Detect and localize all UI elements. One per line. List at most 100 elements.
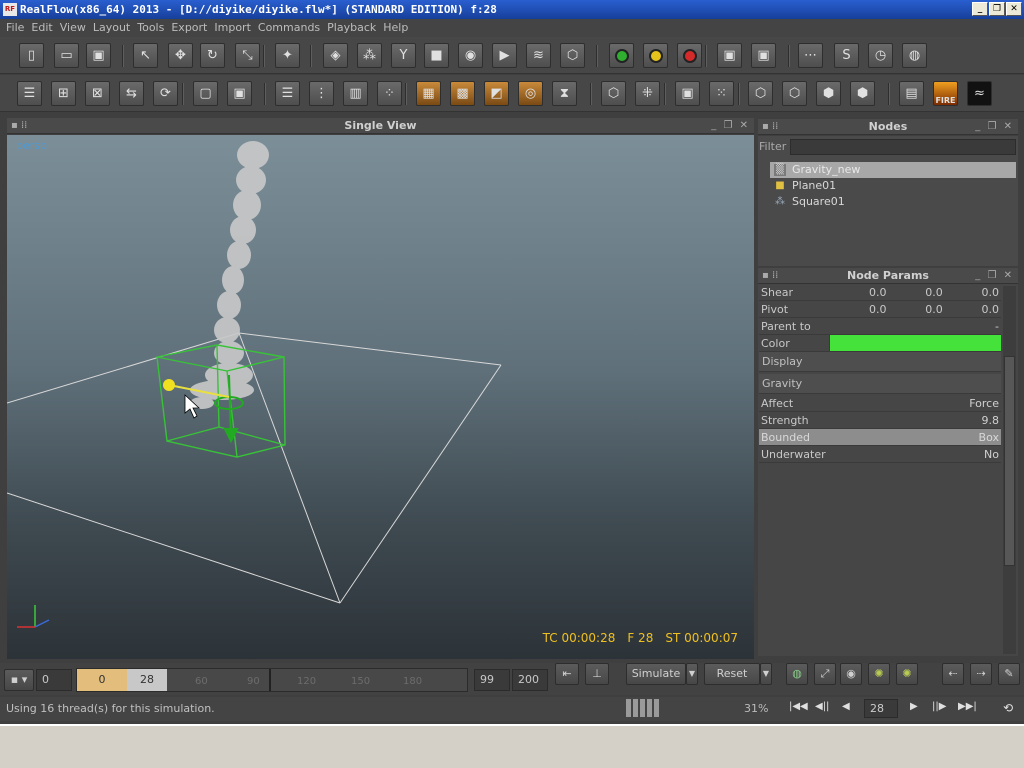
wire-dots-icon[interactable]: ⁜ xyxy=(635,81,660,106)
box-transparent-icon[interactable]: ▢ xyxy=(193,81,218,106)
prev-key-icon[interactable]: ◀|| xyxy=(815,701,829,712)
ocean-icon[interactable]: ≈ xyxy=(967,81,992,106)
emitter-icon[interactable]: ◈ xyxy=(323,43,348,68)
timeline-menu-button[interactable]: ▪ ▾ xyxy=(4,669,34,691)
section-display[interactable]: Display xyxy=(759,352,1001,372)
end-visible-field[interactable]: 99 xyxy=(474,669,510,691)
scrollbar-thumb[interactable] xyxy=(1004,356,1015,566)
simulate-dropdown-icon[interactable]: ▼ xyxy=(686,663,698,685)
script-timer-icon[interactable]: ◷ xyxy=(868,43,893,68)
script-curve-icon[interactable]: S xyxy=(834,43,859,68)
save-icon[interactable]: ▣ xyxy=(86,43,111,68)
camera-label[interactable]: persp xyxy=(16,139,47,152)
rigid-body-icon[interactable]: ⬡ xyxy=(560,43,585,68)
end-frame-field[interactable]: 200 xyxy=(512,669,548,691)
shear-y[interactable]: 0.0 xyxy=(925,284,943,301)
reset-button[interactable]: Reset xyxy=(704,663,760,685)
close-button[interactable]: ✕ xyxy=(1006,2,1022,16)
open-folder-icon[interactable]: ▭ xyxy=(54,43,79,68)
node-item-gravity-new[interactable]: ▒ Gravity_new xyxy=(770,162,1016,178)
playhead[interactable] xyxy=(269,669,271,691)
reset-dropdown-icon[interactable]: ▼ xyxy=(760,663,772,685)
menu-tools[interactable]: Tools xyxy=(137,19,171,37)
view-edit-icon[interactable]: ⤢ xyxy=(814,663,836,685)
go-to-start-icon[interactable]: |◀◀ xyxy=(789,701,808,712)
menu-layout[interactable]: Layout xyxy=(93,19,137,37)
filter-input[interactable] xyxy=(790,139,1016,155)
pivot-x[interactable]: 0.0 xyxy=(869,301,887,318)
start-frame-field[interactable]: 0 xyxy=(36,669,72,691)
wrench-icon[interactable]: ✎ xyxy=(998,663,1020,685)
scatter-icon[interactable]: ⁙ xyxy=(709,81,734,106)
param-value[interactable]: - xyxy=(995,318,999,335)
green-circle-icon[interactable] xyxy=(609,43,634,68)
mesh-box-icon[interactable]: ▦ xyxy=(416,81,441,106)
shade-wire-icon[interactable]: ⬡ xyxy=(748,81,773,106)
panel-window-controls[interactable]: _ ❐ ✕ xyxy=(975,268,1014,284)
scale-icon[interactable]: ⤡ xyxy=(235,43,260,68)
hourglass-icon[interactable]: ⧗ xyxy=(552,81,577,106)
panel-grip-icon[interactable]: ▪ ⁞⁞ xyxy=(762,119,778,135)
step-forward-icon[interactable]: ⇢ xyxy=(970,663,992,685)
pivot-y[interactable]: 0.0 xyxy=(925,301,943,318)
param-value[interactable]: Box xyxy=(979,429,999,446)
section-gravity[interactable]: Gravity xyxy=(759,374,1001,394)
panel-window-controls[interactable]: _ ❐ ✕ xyxy=(711,118,750,134)
menu-view[interactable]: View xyxy=(60,19,93,37)
menu-help[interactable]: Help xyxy=(383,19,415,37)
fire-icon[interactable]: FIRE xyxy=(933,81,958,106)
shear-x[interactable]: 0.0 xyxy=(869,284,887,301)
current-frame-marker[interactable]: 28 xyxy=(127,669,167,691)
3d-viewport[interactable]: persp TC 00:00:28 F 28 ST 00:00:07 xyxy=(7,135,754,659)
cycle-node-icon[interactable]: ⟳ xyxy=(153,81,178,106)
export-save-icon[interactable]: ▣ xyxy=(717,43,742,68)
view-globe-icon[interactable]: ◍ xyxy=(786,663,808,685)
timeline-track[interactable]: 0 28 60 90 120 150 180 xyxy=(76,668,468,692)
select-arrow-icon[interactable]: ↖ xyxy=(133,43,158,68)
range-left-button[interactable]: ⇤ xyxy=(555,663,579,685)
particles-icon[interactable]: ⁂ xyxy=(357,43,382,68)
pivot-z[interactable]: 0.0 xyxy=(982,301,1000,318)
menu-playback[interactable]: Playback xyxy=(327,19,383,37)
remove-node-icon[interactable]: ⊠ xyxy=(85,81,110,106)
panel-grip-icon[interactable]: ▪ ⁞⁞ xyxy=(762,268,778,284)
param-values[interactable]: 0.0 0.0 0.0 xyxy=(829,301,999,318)
script-graph-icon[interactable]: ⋯ xyxy=(798,43,823,68)
current-frame-field[interactable]: 28 xyxy=(864,699,898,718)
panel-window-controls[interactable]: _ ❐ ✕ xyxy=(975,119,1014,135)
add-node-icon[interactable]: ⊞ xyxy=(51,81,76,106)
box-solid-icon[interactable]: ▣ xyxy=(227,81,252,106)
dna-icon[interactable]: ⋮ xyxy=(309,81,334,106)
menu-edit[interactable]: Edit xyxy=(31,19,59,37)
param-value[interactable]: Force xyxy=(969,395,999,412)
new-scene-icon[interactable]: ▯ xyxy=(19,43,44,68)
next-key-icon[interactable]: ||▶ xyxy=(932,701,946,712)
node-list-icon[interactable]: ☰ xyxy=(17,81,42,106)
menu-file[interactable]: File xyxy=(6,19,31,37)
menu-commands[interactable]: Commands xyxy=(258,19,327,37)
shear-z[interactable]: 0.0 xyxy=(982,284,1000,301)
play-backward-icon[interactable]: ◀ xyxy=(842,701,850,712)
maximize-button[interactable]: ❐ xyxy=(989,2,1005,16)
params-scrollbar[interactable] xyxy=(1003,286,1016,654)
object-cube-icon[interactable]: ■ xyxy=(424,43,449,68)
render-icon[interactable]: ▤ xyxy=(899,81,924,106)
ruler-icon[interactable]: ▥ xyxy=(343,81,368,106)
daemon-icon[interactable]: Y xyxy=(391,43,416,68)
mesh-target-icon[interactable]: ◎ xyxy=(518,81,543,106)
node-item-plane01[interactable]: ■ Plane01 xyxy=(770,178,1016,194)
shade-smooth-icon[interactable]: ⬢ xyxy=(816,81,841,106)
shade-flat-icon[interactable]: ⬡ xyxy=(782,81,807,106)
menu-export[interactable]: Export xyxy=(171,19,214,37)
axis-icon[interactable]: ✦ xyxy=(275,43,300,68)
menu-import[interactable]: Import xyxy=(214,19,258,37)
loop-icon[interactable]: ⟲ xyxy=(1003,701,1013,715)
rotate-icon[interactable]: ↻ xyxy=(200,43,225,68)
camera-icon[interactable]: ▶ xyxy=(492,43,517,68)
shade-solid-icon[interactable]: ⬢ xyxy=(850,81,875,106)
step-back-icon[interactable]: ⇠ xyxy=(942,663,964,685)
color-swatch[interactable] xyxy=(829,335,1001,351)
mesh-icon[interactable]: ◉ xyxy=(458,43,483,68)
node-item-square01[interactable]: ⁂ Square01 xyxy=(770,194,1016,210)
minimize-button[interactable]: _ xyxy=(972,2,988,16)
